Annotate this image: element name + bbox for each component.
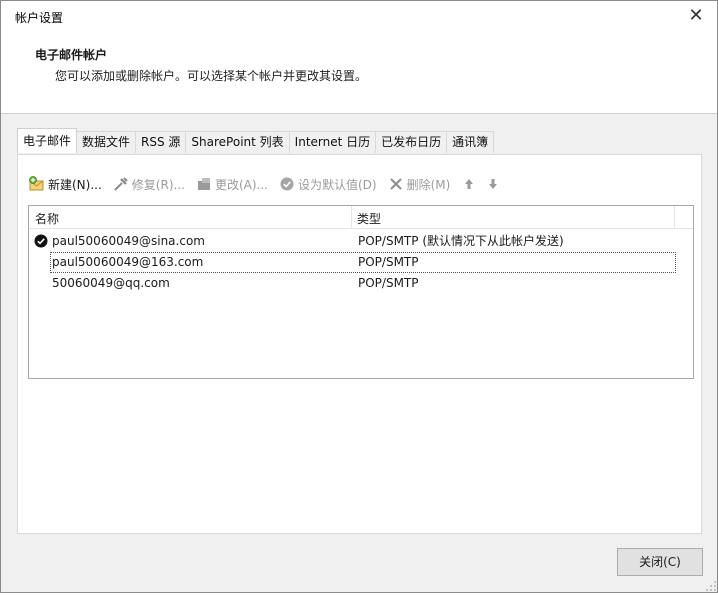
column-header-type[interactable]: 类型 xyxy=(357,210,381,227)
account-type: POP/SMTP (默认情况下从此帐户发送) xyxy=(358,234,564,248)
set-default-button-label: 设为默认值(D) xyxy=(297,177,377,192)
email-tab-panel: 新建(N)... 修复(R)... 更改(A)... 设为默认值(D) 删除(M… xyxy=(17,154,702,534)
tab-email[interactable]: 电子邮件 xyxy=(17,128,78,153)
table-row[interactable]: paul50060049@sina.com POP/SMTP (默认情况下从此帐… xyxy=(29,231,693,251)
delete-x-icon xyxy=(387,175,405,193)
close-button[interactable]: 关闭(C) xyxy=(617,548,703,576)
account-name: paul50060049@sina.com xyxy=(52,234,205,248)
tab-sharepoint-lists[interactable]: SharePoint 列表 xyxy=(185,131,290,153)
move-down-button[interactable] xyxy=(484,175,504,193)
account-type: POP/SMTP xyxy=(358,276,419,290)
title-bar: 帐户设置 ✕ xyxy=(1,1,717,31)
column-divider[interactable] xyxy=(674,206,675,228)
tab-data-files[interactable]: 数据文件 xyxy=(76,131,137,153)
default-account-check-icon xyxy=(34,234,48,248)
account-list[interactable]: 名称 类型 paul50060049@sina.com POP/SMTP (默认… xyxy=(28,205,694,379)
change-account-icon xyxy=(195,175,213,193)
table-row[interactable]: 50060049@qq.com POP/SMTP xyxy=(29,273,693,293)
set-default-button[interactable]: 设为默认值(D) xyxy=(278,175,377,193)
account-settings-dialog: 帐户设置 ✕ 电子邮件帐户 您可以添加或删除帐户。可以选择某个帐户并更改其设置。… xyxy=(0,0,718,593)
account-name: paul50060049@163.com xyxy=(52,255,204,269)
tab-address-books[interactable]: 通讯簿 xyxy=(446,131,495,153)
close-icon[interactable]: ✕ xyxy=(685,5,707,27)
column-divider[interactable] xyxy=(351,206,352,228)
repair-button[interactable]: 修复(R)... xyxy=(112,175,185,193)
change-button-label: 更改(A)... xyxy=(214,177,268,192)
checkmark-circle-icon xyxy=(278,175,296,193)
repair-tools-icon xyxy=(112,175,130,193)
new-button[interactable]: 新建(N)... xyxy=(28,175,102,193)
resize-grip-icon[interactable] xyxy=(705,580,717,592)
delete-button-label: 删除(M) xyxy=(406,177,451,192)
tab-internet-calendars[interactable]: Internet 日历 xyxy=(288,131,377,153)
toolbar: 新建(N)... 修复(R)... 更改(A)... 设为默认值(D) 删除(M… xyxy=(28,173,514,195)
table-row[interactable]: paul50060049@163.com POP/SMTP xyxy=(29,252,693,273)
tab-bar: 电子邮件 数据文件 RSS 源 SharePoint 列表 Internet 日… xyxy=(17,128,495,153)
tab-rss-feeds[interactable]: RSS 源 xyxy=(135,131,187,153)
section-description: 您可以添加或删除帐户。可以选择某个帐户并更改其设置。 xyxy=(55,69,368,83)
change-button[interactable]: 更改(A)... xyxy=(195,175,268,193)
arrow-down-icon xyxy=(484,175,502,193)
delete-button[interactable]: 删除(M) xyxy=(387,175,451,193)
window-title: 帐户设置 xyxy=(15,11,64,25)
list-header: 名称 类型 xyxy=(29,206,693,229)
account-name: 50060049@qq.com xyxy=(52,276,170,290)
move-up-button[interactable] xyxy=(460,175,480,193)
new-account-icon xyxy=(28,175,46,193)
section-title: 电子邮件帐户 xyxy=(35,48,108,62)
account-type: POP/SMTP xyxy=(358,255,419,269)
header-panel: 电子邮件帐户 您可以添加或删除帐户。可以选择某个帐户并更改其设置。 xyxy=(1,31,717,114)
column-header-name[interactable]: 名称 xyxy=(35,210,59,227)
tab-published-calendars[interactable]: 已发布日历 xyxy=(375,131,448,153)
repair-button-label: 修复(R)... xyxy=(131,177,185,192)
arrow-up-icon xyxy=(460,175,478,193)
new-button-label: 新建(N)... xyxy=(48,177,102,192)
